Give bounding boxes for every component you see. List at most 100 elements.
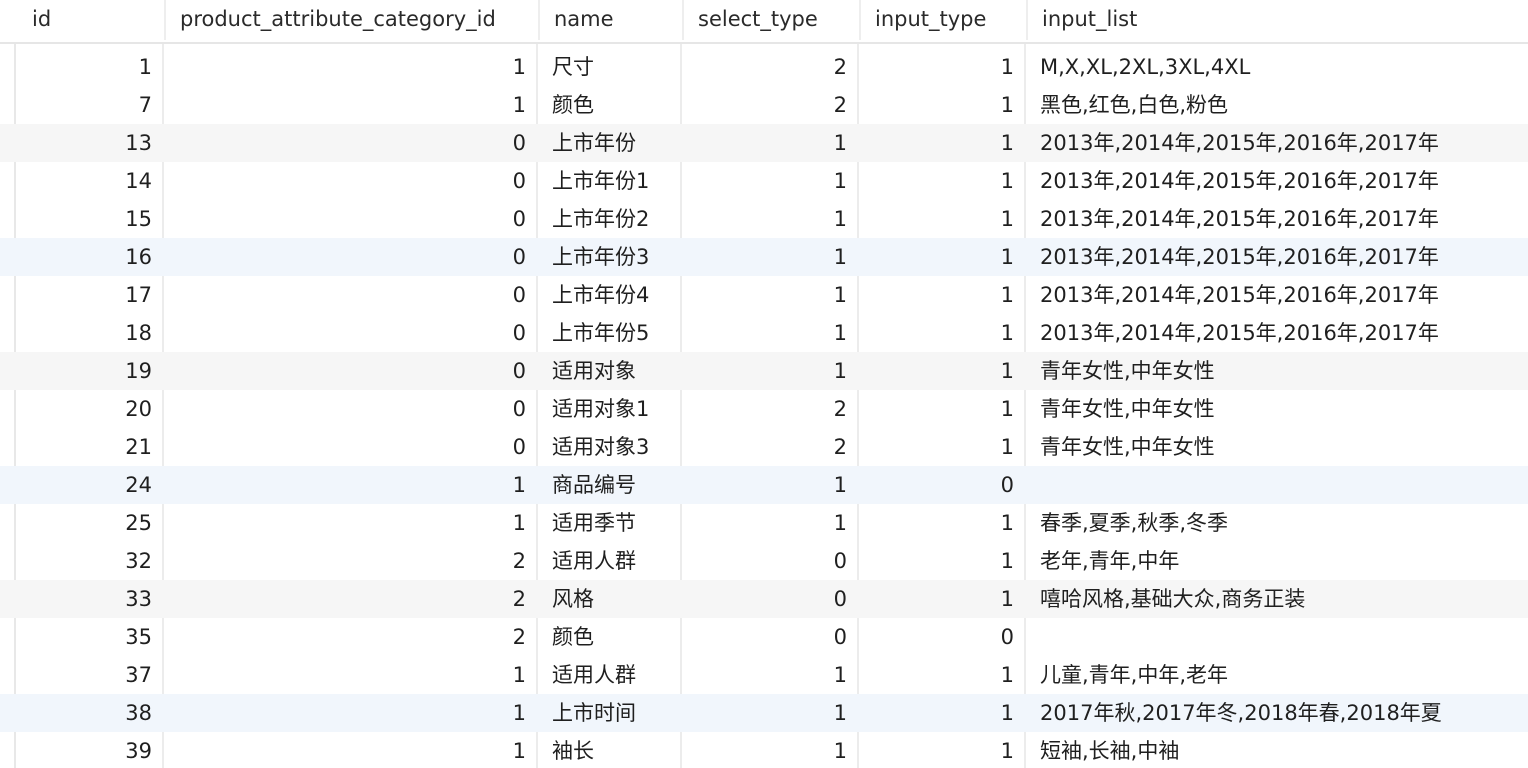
cell-input-type[interactable]: 1 xyxy=(859,694,1026,732)
cell-input-type[interactable]: 1 xyxy=(859,124,1026,162)
table-row[interactable]: 39 1 袖长 1 1 短袖,长袖,中袖 xyxy=(0,732,1528,768)
cell-input-type[interactable]: 1 xyxy=(859,504,1026,542)
table-row[interactable]: 17 0 上市年份4 1 1 2013年,2014年,2015年,2016年,2017年 xyxy=(0,276,1528,314)
column-header-input-type[interactable]: input_type xyxy=(859,0,1026,40)
cell-input-type[interactable]: 1 xyxy=(859,352,1026,390)
table-row[interactable]: 18 0 上市年份5 1 1 2013年,2014年,2015年,2016年,2017年 xyxy=(0,314,1528,352)
cell-id[interactable]: 24 xyxy=(0,466,164,504)
cell-product-attribute-category-id[interactable]: 0 xyxy=(164,276,538,314)
cell-input-list[interactable]: 短袖,长袖,中袖 xyxy=(1026,732,1528,768)
cell-select-type[interactable]: 1 xyxy=(682,314,859,352)
cell-select-type[interactable]: 2 xyxy=(682,428,859,466)
cell-select-type[interactable]: 0 xyxy=(682,542,859,580)
cell-product-attribute-category-id[interactable]: 1 xyxy=(164,732,538,768)
cell-product-attribute-category-id[interactable]: 0 xyxy=(164,200,538,238)
cell-name[interactable]: 上市年份4 xyxy=(538,276,682,314)
cell-name[interactable]: 风格 xyxy=(538,580,682,618)
table-row[interactable]: 24 1 商品编号 1 0 xyxy=(0,466,1528,504)
cell-name[interactable]: 袖长 xyxy=(538,732,682,768)
cell-input-list[interactable]: 儿童,青年,中年,老年 xyxy=(1026,656,1528,694)
cell-input-type[interactable]: 1 xyxy=(859,732,1026,768)
cell-input-type[interactable]: 1 xyxy=(859,314,1026,352)
cell-name[interactable]: 颜色 xyxy=(538,618,682,656)
cell-select-type[interactable]: 1 xyxy=(682,656,859,694)
table-row[interactable]: 33 2 风格 0 1 嘻哈风格,基础大众,商务正装 xyxy=(0,580,1528,618)
cell-id[interactable]: 14 xyxy=(0,162,164,200)
cell-input-list[interactable]: 老年,青年,中年 xyxy=(1026,542,1528,580)
cell-id[interactable]: 32 xyxy=(0,542,164,580)
cell-name[interactable]: 上市年份2 xyxy=(538,200,682,238)
cell-name[interactable]: 尺寸 xyxy=(538,48,682,86)
cell-input-list[interactable]: 2013年,2014年,2015年,2016年,2017年 xyxy=(1026,276,1528,314)
cell-product-attribute-category-id[interactable]: 2 xyxy=(164,618,538,656)
cell-name[interactable]: 适用对象3 xyxy=(538,428,682,466)
table-row[interactable]: 1 1 尺寸 2 1 M,X,XL,2XL,3XL,4XL xyxy=(0,48,1528,86)
cell-name[interactable]: 适用季节 xyxy=(538,504,682,542)
cell-name[interactable]: 适用对象 xyxy=(538,352,682,390)
table-row[interactable]: 35 2 颜色 0 0 xyxy=(0,618,1528,656)
cell-product-attribute-category-id[interactable]: 2 xyxy=(164,580,538,618)
cell-id[interactable]: 15 xyxy=(0,200,164,238)
cell-id[interactable]: 20 xyxy=(0,390,164,428)
cell-select-type[interactable]: 1 xyxy=(682,694,859,732)
cell-input-type[interactable]: 0 xyxy=(859,618,1026,656)
cell-product-attribute-category-id[interactable]: 0 xyxy=(164,124,538,162)
table-row[interactable]: 37 1 适用人群 1 1 儿童,青年,中年,老年 xyxy=(0,656,1528,694)
cell-select-type[interactable]: 1 xyxy=(682,504,859,542)
table-row[interactable]: 16 0 上市年份3 1 1 2013年,2014年,2015年,2016年,2017年 xyxy=(0,238,1528,276)
cell-input-type[interactable]: 1 xyxy=(859,656,1026,694)
cell-id[interactable]: 21 xyxy=(0,428,164,466)
cell-product-attribute-category-id[interactable]: 0 xyxy=(164,428,538,466)
cell-select-type[interactable]: 1 xyxy=(682,352,859,390)
table-row[interactable]: 15 0 上市年份2 1 1 2013年,2014年,2015年,2016年,2017年 xyxy=(0,200,1528,238)
column-header-name[interactable]: name xyxy=(538,0,682,40)
cell-input-list[interactable]: 春季,夏季,秋季,冬季 xyxy=(1026,504,1528,542)
cell-name[interactable]: 上市时间 xyxy=(538,694,682,732)
table-row[interactable]: 25 1 适用季节 1 1 春季,夏季,秋季,冬季 xyxy=(0,504,1528,542)
cell-id[interactable]: 17 xyxy=(0,276,164,314)
cell-product-attribute-category-id[interactable]: 0 xyxy=(164,162,538,200)
cell-name[interactable]: 适用人群 xyxy=(538,542,682,580)
cell-select-type[interactable]: 2 xyxy=(682,86,859,124)
cell-id[interactable]: 13 xyxy=(0,124,164,162)
column-header-input-list[interactable]: input_list xyxy=(1026,0,1528,40)
table-row[interactable]: 32 2 适用人群 0 1 老年,青年,中年 xyxy=(0,542,1528,580)
cell-input-type[interactable]: 0 xyxy=(859,466,1026,504)
cell-name[interactable]: 上市年份3 xyxy=(538,238,682,276)
cell-product-attribute-category-id[interactable]: 1 xyxy=(164,504,538,542)
cell-id[interactable]: 18 xyxy=(0,314,164,352)
cell-input-list[interactable]: 黑色,红色,白色,粉色 xyxy=(1026,86,1528,124)
cell-input-list[interactable]: 嘻哈风格,基础大众,商务正装 xyxy=(1026,580,1528,618)
cell-name[interactable]: 上市年份1 xyxy=(538,162,682,200)
table-row[interactable]: 14 0 上市年份1 1 1 2013年,2014年,2015年,2016年,2017年 xyxy=(0,162,1528,200)
cell-input-type[interactable]: 1 xyxy=(859,200,1026,238)
cell-input-type[interactable]: 1 xyxy=(859,390,1026,428)
cell-select-type[interactable]: 0 xyxy=(682,618,859,656)
cell-id[interactable]: 25 xyxy=(0,504,164,542)
cell-input-list[interactable]: 2013年,2014年,2015年,2016年,2017年 xyxy=(1026,162,1528,200)
cell-id[interactable]: 35 xyxy=(0,618,164,656)
cell-product-attribute-category-id[interactable]: 1 xyxy=(164,48,538,86)
cell-input-list[interactable]: 青年女性,中年女性 xyxy=(1026,352,1528,390)
table-row[interactable]: 13 0 上市年份 1 1 2013年,2014年,2015年,2016年,2017年 xyxy=(0,124,1528,162)
cell-input-list[interactable]: 青年女性,中年女性 xyxy=(1026,428,1528,466)
cell-select-type[interactable]: 1 xyxy=(682,276,859,314)
cell-select-type[interactable]: 1 xyxy=(682,162,859,200)
cell-select-type[interactable]: 1 xyxy=(682,732,859,768)
cell-select-type[interactable]: 1 xyxy=(682,124,859,162)
cell-id[interactable]: 39 xyxy=(0,732,164,768)
table-row[interactable]: 19 0 适用对象 1 1 青年女性,中年女性 xyxy=(0,352,1528,390)
table-row[interactable]: 38 1 上市时间 1 1 2017年秋,2017年冬,2018年春,2018年夏 xyxy=(0,694,1528,732)
cell-name[interactable]: 适用人群 xyxy=(538,656,682,694)
cell-id[interactable]: 38 xyxy=(0,694,164,732)
cell-product-attribute-category-id[interactable]: 2 xyxy=(164,542,538,580)
cell-product-attribute-category-id[interactable]: 1 xyxy=(164,694,538,732)
cell-input-list[interactable]: M,X,XL,2XL,3XL,4XL xyxy=(1026,48,1528,86)
cell-product-attribute-category-id[interactable]: 1 xyxy=(164,86,538,124)
column-header-id[interactable]: id xyxy=(0,0,164,40)
cell-input-list[interactable]: 2013年,2014年,2015年,2016年,2017年 xyxy=(1026,200,1528,238)
cell-name[interactable]: 适用对象1 xyxy=(538,390,682,428)
cell-input-list[interactable] xyxy=(1026,618,1528,656)
cell-product-attribute-category-id[interactable]: 1 xyxy=(164,466,538,504)
cell-select-type[interactable]: 0 xyxy=(682,580,859,618)
